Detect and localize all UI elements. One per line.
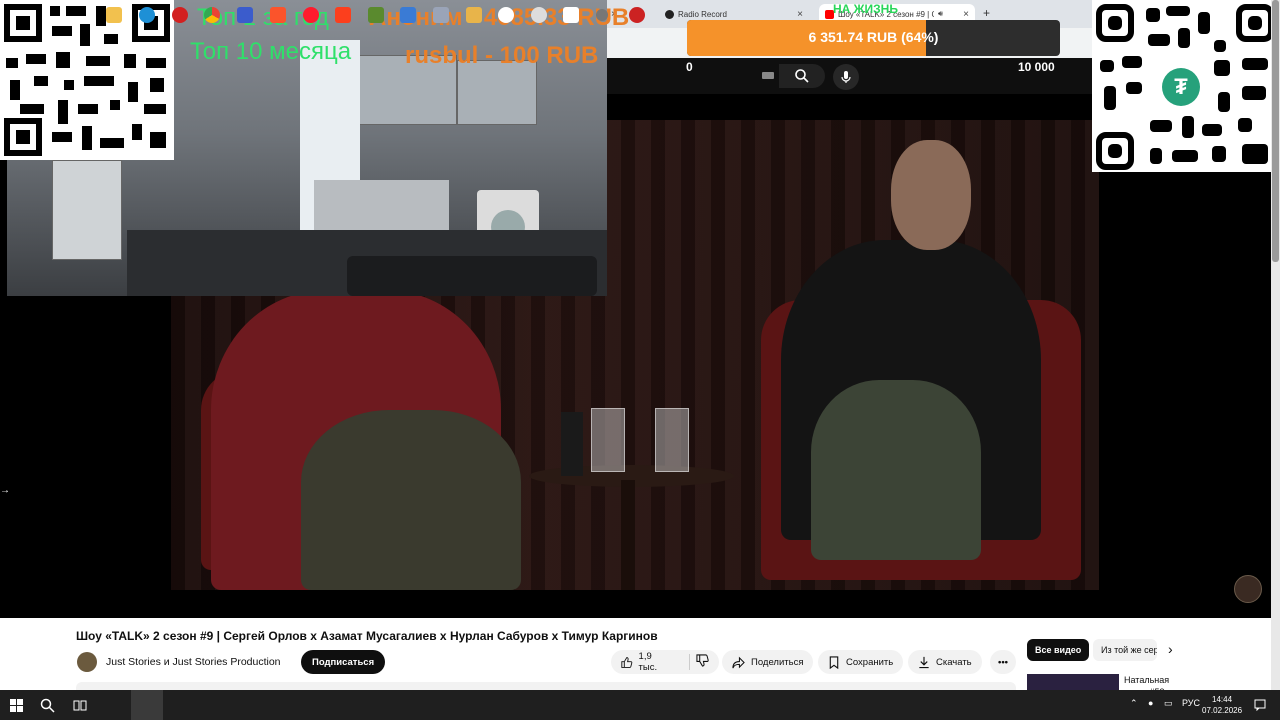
goal-max-value: 10 000 [1018,60,1055,74]
subscribe-button[interactable]: Подписаться [301,650,386,674]
qr-finder-icon [1096,4,1134,42]
download-label: Скачать [936,656,972,668]
recommended-thumbnail[interactable] [1027,674,1119,690]
taskbar-active-highlight [131,690,163,720]
donation-goal-bar: 6 351.74 RUB (64%) [687,20,1060,56]
tab-label: Radio Record [678,9,727,19]
keyboard-icon[interactable] [762,72,774,79]
windows-taskbar [0,690,1280,720]
tray-overflow-icon[interactable]: ⌃ [1130,698,1138,709]
system-clock[interactable]: 14:44 07.02.2026 [1202,694,1242,716]
channel-avatar[interactable] [77,652,97,672]
guest-right-head [891,140,971,250]
voice-search-button[interactable] [833,64,859,90]
thumbs-down-icon [696,654,709,667]
microphone-tray-icon[interactable]: ● [1148,698,1153,708]
divider [689,654,690,670]
minecraft-icon[interactable] [368,7,384,23]
share-arrow-icon [732,656,745,668]
yandex-browser-icon[interactable] [335,7,351,23]
channel-name[interactable]: Just Stories и Just Stories Production [106,656,281,668]
windows-start-icon[interactable] [10,699,23,712]
download-button[interactable]: Скачать [908,650,982,674]
donation-qr-code [0,0,174,160]
app-game-icon[interactable] [466,7,482,23]
yandex-icon[interactable] [498,7,514,23]
qr-finder-icon [1096,132,1134,170]
more-actions-button[interactable]: ••• [990,650,1016,674]
obs-studio-icon[interactable] [563,7,579,23]
app-window-icon[interactable] [400,7,416,23]
video-title: Шоу «TALK» 2 сезон #9 | Сергей Орлов x А… [76,629,658,643]
goal-amount: 6 351.74 RUB (64%) [808,29,939,45]
search-icon[interactable] [40,698,55,713]
save-label: Сохранить [846,656,894,668]
notifications-icon[interactable] [1254,699,1266,711]
search-icon [795,69,809,83]
guest-right-legs [811,380,981,560]
goal-min-value: 0 [686,60,693,74]
app-star-icon[interactable] [433,7,449,23]
like-dislike-group: 1,9 тыс. [611,650,719,674]
guest-left-legs [301,410,521,590]
share-label: Поделиться [751,656,804,668]
chip-all-videos[interactable]: Все видео [1027,639,1090,661]
opera-icon[interactable] [303,7,319,23]
crypto-qr-code: ₮ [1092,0,1280,172]
brave-browser-icon[interactable] [270,7,286,23]
top-month-value: rusbul - 100 RUB [405,42,599,69]
chrome-icon[interactable] [204,7,220,23]
qr-finder-icon [4,4,42,42]
goal-title: НА ЖИЗНЬ [833,2,898,16]
side-table-leg [621,480,635,590]
page-scrollbar-thumb[interactable] [1272,0,1279,262]
edge-browser-icon[interactable] [139,7,155,23]
top-month-label: Топ 10 месяца [190,38,352,65]
app-shield-icon[interactable] [237,7,253,23]
new-tab-button[interactable]: + [983,6,990,20]
water-glass [655,408,689,472]
dark-cup [561,412,583,476]
radio-record-favicon-icon [665,9,674,19]
chatgpt-icon[interactable] [531,7,547,23]
tether-usdt-icon: ₮ [1162,68,1200,106]
like-button[interactable]: 1,9 тыс. [621,651,669,673]
description-box[interactable] [76,682,1016,690]
sofa-cushion [347,256,597,296]
download-icon [919,656,929,668]
like-count: 1,9 тыс. [638,651,658,673]
thumbs-up-icon [621,656,633,668]
opera-gx-icon[interactable] [172,7,188,23]
clock-date: 07.02.2026 [1202,706,1243,715]
app-record-icon[interactable] [629,7,645,23]
language-indicator[interactable]: РУС [1182,698,1200,708]
video-info-panel: Шоу «TALK» 2 сезон #9 | Сергей Орлов x А… [0,618,1280,697]
app-dot-icon[interactable] [596,9,608,21]
channel-watermark-icon[interactable] [1234,575,1262,603]
chip-same-series[interactable]: Из той же серии [1093,639,1157,661]
tab-close-icon[interactable]: × [963,9,969,20]
qr-finder-icon [4,118,42,156]
bookmark-icon [829,655,839,669]
dislike-button[interactable] [696,654,709,670]
clock-time: 14:44 [1212,695,1233,704]
chips-next-arrow-icon[interactable]: › [1168,641,1173,657]
cursor-icon: → [0,485,10,496]
save-button[interactable]: Сохранить [818,650,904,674]
tab-close-icon[interactable]: × [797,9,803,20]
fridge [52,160,122,260]
share-button[interactable]: Поделиться [722,650,814,674]
network-icon[interactable]: ▭ [1164,698,1173,709]
speaker-icon[interactable]: 🔊︎ [938,9,943,19]
task-view-icon[interactable] [73,699,87,712]
file-explorer-icon[interactable] [106,7,122,23]
qr-finder-icon [1236,4,1274,42]
search-button[interactable] [779,64,825,88]
microphone-icon [841,71,851,83]
video-bottom-bar [171,590,1099,618]
water-glass [591,408,625,472]
